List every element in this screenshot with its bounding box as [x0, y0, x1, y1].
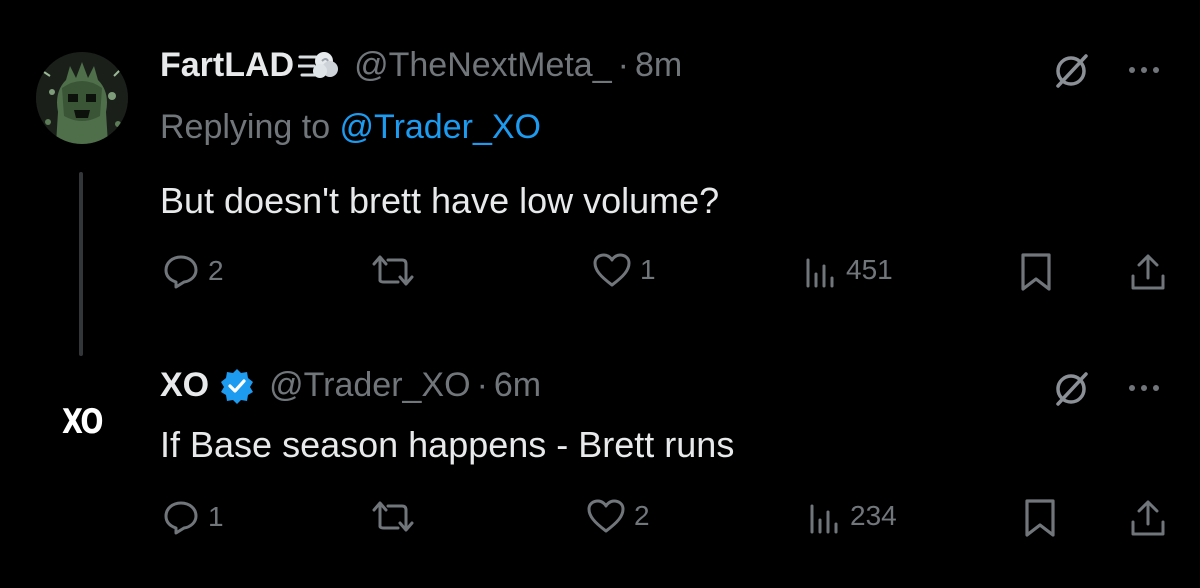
more-icon[interactable]	[1128, 65, 1160, 75]
avatar[interactable]: XO	[40, 380, 124, 464]
share-icon	[1128, 498, 1168, 538]
bookmark-icon	[1022, 498, 1058, 538]
replying-to: Replying to @Trader_XO	[160, 108, 541, 147]
views-button[interactable]: 234	[808, 498, 897, 534]
author-handle[interactable]: @Trader_XO	[269, 366, 470, 405]
share-icon	[1128, 252, 1168, 292]
retweet-icon	[372, 252, 414, 290]
views-button[interactable]: 451	[804, 252, 893, 288]
dash-emoji-icon	[298, 47, 340, 85]
separator-dot: ·	[617, 46, 629, 84]
views-count: 234	[850, 500, 897, 531]
retweet-button[interactable]	[372, 252, 414, 290]
like-count: 1	[640, 254, 656, 285]
grok-icon[interactable]	[1052, 368, 1092, 408]
tweet-top-icons	[1052, 50, 1160, 90]
author-handle[interactable]: @TheNextMeta_	[354, 46, 612, 85]
timestamp[interactable]: 8m	[635, 46, 682, 85]
grok-icon[interactable]	[1052, 50, 1092, 90]
avatar-text: XO	[62, 402, 104, 442]
bookmark-button[interactable]	[1018, 252, 1054, 292]
reply-icon	[162, 498, 200, 536]
timestamp[interactable]: 6m	[494, 366, 541, 405]
like-count: 2	[634, 500, 650, 531]
share-button[interactable]	[1128, 252, 1168, 292]
tweet-header: FartLAD @TheNextMeta_ · 8m	[160, 46, 682, 85]
tweet-header: XO @Trader_XO · 6m	[160, 366, 541, 405]
views-icon	[808, 498, 842, 534]
reply-count: 2	[208, 255, 224, 286]
action-bar: 1 2 234	[0, 498, 1200, 548]
separator-dot: ·	[476, 366, 488, 404]
reply-button[interactable]: 2	[162, 252, 224, 290]
like-icon	[586, 498, 626, 534]
avatar[interactable]	[36, 52, 128, 144]
reply-button[interactable]: 1	[162, 498, 224, 536]
tweet-top-icons	[1052, 368, 1160, 408]
replying-to-mention[interactable]: @Trader_XO	[340, 108, 541, 146]
reply-count: 1	[208, 501, 224, 532]
bookmark-button[interactable]	[1022, 498, 1058, 538]
reply-icon	[162, 252, 200, 290]
bookmark-icon	[1018, 252, 1054, 292]
like-button[interactable]: 2	[586, 498, 650, 534]
more-icon[interactable]	[1128, 383, 1160, 393]
skull-avatar-icon	[36, 52, 128, 144]
verified-badge-icon	[219, 368, 255, 404]
author-name[interactable]: FartLAD	[160, 46, 294, 85]
author-name[interactable]: XO	[160, 366, 209, 405]
views-count: 451	[846, 254, 893, 285]
tweet-text: But doesn't brett have low volume?	[160, 180, 720, 221]
views-icon	[804, 252, 838, 288]
tweet-text: If Base season happens - Brett runs	[160, 424, 735, 465]
like-button[interactable]: 1	[592, 252, 656, 288]
like-icon	[592, 252, 632, 288]
retweet-button[interactable]	[372, 498, 414, 536]
share-button[interactable]	[1128, 498, 1168, 538]
action-bar: 2 1 451	[0, 252, 1200, 302]
replying-to-label: Replying to	[160, 108, 340, 146]
retweet-icon	[372, 498, 414, 536]
